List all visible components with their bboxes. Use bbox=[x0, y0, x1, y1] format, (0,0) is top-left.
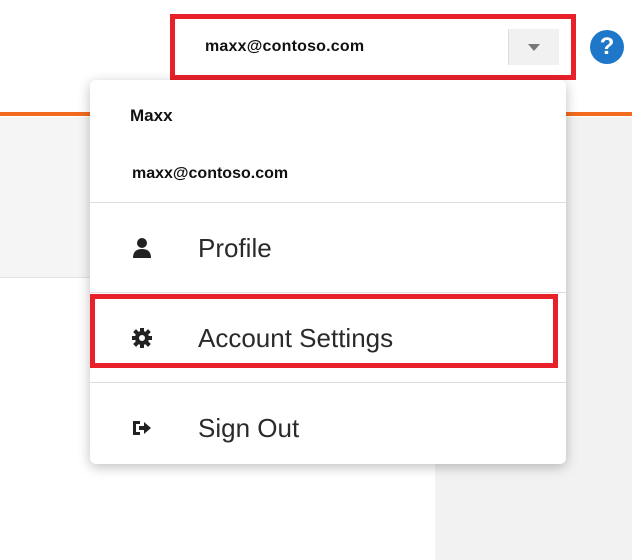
divider bbox=[90, 292, 566, 293]
user-icon bbox=[130, 236, 154, 260]
menu-item-sign-out[interactable]: Sign Out bbox=[90, 384, 566, 472]
menu-item-account-settings[interactable]: Account Settings bbox=[90, 294, 566, 382]
account-dropdown-button[interactable]: maxx@contoso.com bbox=[170, 14, 576, 80]
account-email-label: maxx@contoso.com bbox=[205, 38, 365, 55]
help-icon[interactable]: ? bbox=[590, 30, 624, 64]
user-email: maxx@contoso.com bbox=[132, 165, 289, 182]
menu-item-label: Sign Out bbox=[198, 412, 300, 443]
divider bbox=[90, 202, 566, 203]
menu-item-label: Account Settings bbox=[198, 322, 394, 353]
caret-down-icon bbox=[528, 43, 540, 51]
dropdown-toggle[interactable] bbox=[508, 29, 559, 65]
divider bbox=[90, 382, 566, 383]
menu-item-profile[interactable]: Profile bbox=[90, 204, 566, 292]
sign-out-icon bbox=[130, 416, 154, 440]
menu-item-label: Profile bbox=[198, 232, 272, 263]
gear-icon bbox=[130, 326, 154, 350]
user-menu: Maxx maxx@contoso.com Profile Account Se… bbox=[90, 80, 566, 464]
user-name: Maxx bbox=[130, 106, 173, 125]
background-block bbox=[0, 470, 435, 560]
background-strip bbox=[0, 117, 90, 278]
